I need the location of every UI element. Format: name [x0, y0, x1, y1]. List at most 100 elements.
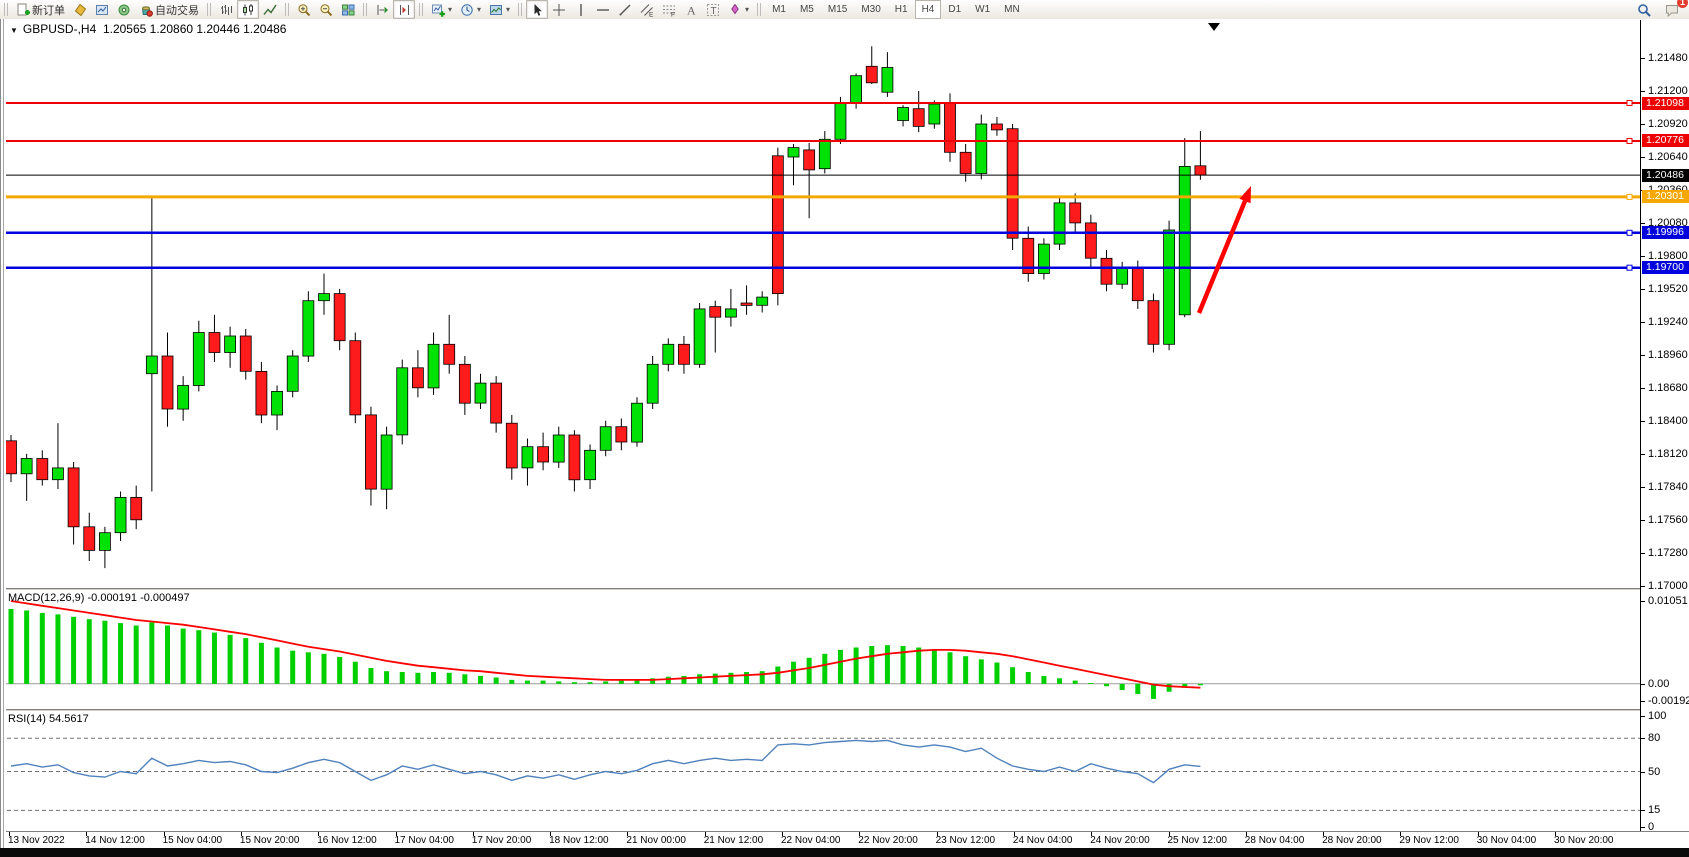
dropdown-arrow-icon[interactable]: ▾ — [745, 5, 749, 14]
time-tick-label: 29 Nov 12:00 — [1399, 835, 1459, 846]
text-button[interactable]: A — [680, 0, 702, 19]
axis-tick — [1641, 601, 1645, 602]
timeframe-mn-button[interactable]: MN — [997, 0, 1027, 19]
toolbar-group-handle[interactable] — [285, 3, 290, 16]
rsi-pane-canvas — [0, 712, 1640, 831]
toolbar-group-handle[interactable] — [363, 3, 368, 16]
price-tick-label: 1.18400 — [1648, 415, 1688, 427]
crosshair-button[interactable] — [548, 0, 570, 19]
toolbar-group-handle[interactable] — [207, 3, 212, 16]
chart-symbol-label: GBPUSD-,H4 — [23, 22, 96, 36]
axis-tick — [1641, 124, 1645, 125]
arrows-button[interactable]: ▾ — [724, 0, 753, 19]
macd-tick-label: 0.01051 — [1648, 595, 1688, 607]
timeframe-w1-button[interactable]: W1 — [968, 0, 997, 19]
price-badge: 1.20486 — [1642, 169, 1689, 182]
svg-text:T: T — [711, 5, 717, 16]
price-tick-label: 1.19520 — [1648, 283, 1688, 295]
axis-tick — [1641, 58, 1645, 59]
rsi-tick-label: 80 — [1648, 732, 1660, 744]
price-tick-label: 1.17000 — [1648, 580, 1688, 592]
time-tick-label: 17 Nov 04:00 — [395, 835, 455, 846]
time-tick-label: 17 Nov 20:00 — [472, 835, 532, 846]
horizontal-line-button[interactable] — [592, 0, 614, 19]
bottom-scroll-bar[interactable] — [0, 848, 1689, 857]
timeframe-m15-button[interactable]: M15 — [821, 0, 854, 19]
doc-plus-icon — [16, 3, 30, 17]
price-tick-label: 1.19800 — [1648, 250, 1688, 262]
bar-chart-button[interactable] — [215, 0, 237, 19]
toolbar-group-handle[interactable] — [4, 3, 9, 16]
timeframe-h4-button[interactable]: H4 — [915, 0, 942, 19]
svg-text:F: F — [671, 11, 675, 17]
timeframe-m30-button[interactable]: M30 — [854, 0, 887, 19]
dropdown-arrow-icon[interactable]: ▾ — [506, 5, 510, 14]
svg-text:E: E — [649, 11, 654, 17]
chart-shift-icon — [397, 3, 411, 17]
indicators-button[interactable]: ▾ — [427, 0, 456, 19]
timeframe-m5-button[interactable]: M5 — [793, 0, 821, 19]
periods-button[interactable]: ▾ — [456, 0, 485, 19]
axis-tick — [1641, 157, 1645, 158]
tile-windows-button[interactable] — [337, 0, 359, 19]
time-tick-label: 22 Nov 04:00 — [781, 835, 841, 846]
macd-pane[interactable]: MACD(12,26,9) -0.000191 -0.000497 — [0, 591, 1640, 709]
candlestick-chart-button[interactable] — [237, 0, 259, 19]
cursor-button[interactable] — [526, 0, 548, 19]
rsi-tick-label: 50 — [1648, 766, 1660, 778]
timeframe-d1-button[interactable]: D1 — [941, 0, 968, 19]
main-toolbar: 新订单 自动交易 ▾ ▾ ▾ E F A T ▾ M1M5M15M30H1H4D1W1MN 1 — [0, 0, 1689, 20]
zoom-in-button[interactable] — [293, 0, 315, 19]
time-tick-label: 23 Nov 12:00 — [936, 835, 996, 846]
axis-tick — [1641, 810, 1645, 811]
zoom-out-button[interactable] — [315, 0, 337, 19]
macd-pane-canvas — [0, 591, 1640, 709]
chart-dropdown-icon[interactable]: ▼ — [10, 26, 18, 35]
notifications-button[interactable]: 1 — [1661, 0, 1683, 19]
toolbar-group-handle[interactable] — [757, 3, 762, 16]
crosshair-icon — [552, 3, 566, 17]
textA-icon: A — [684, 3, 698, 17]
equidistant-channel-button[interactable]: E — [636, 0, 658, 19]
time-tick-label: 14 Nov 12:00 — [85, 835, 145, 846]
line-chart-button[interactable] — [259, 0, 281, 19]
vertical-line-button[interactable] — [570, 0, 592, 19]
price-tick-label: 1.18960 — [1648, 349, 1688, 361]
axis-tick — [1641, 421, 1645, 422]
charts-window-button[interactable] — [91, 0, 113, 19]
signals-button[interactable] — [113, 0, 135, 19]
search-button[interactable] — [1633, 0, 1655, 19]
auto-scroll-button[interactable] — [371, 0, 393, 19]
dropdown-arrow-icon[interactable]: ▾ — [477, 5, 481, 14]
axis-tick — [1641, 716, 1645, 717]
tile-icon — [341, 3, 355, 17]
fibo-icon: F — [662, 3, 676, 17]
time-scale[interactable]: 13 Nov 202214 Nov 12:0015 Nov 04:0015 No… — [0, 831, 1689, 849]
timeframe-m1-button[interactable]: M1 — [765, 0, 793, 19]
zoom-out-icon — [319, 3, 333, 17]
trendline-button[interactable] — [614, 0, 636, 19]
time-tick-label: 15 Nov 20:00 — [240, 835, 300, 846]
macd-tick-label: -0.001924 — [1648, 695, 1689, 707]
autotrading-button[interactable]: 自动交易 — [135, 0, 203, 19]
price-tick-label: 1.19240 — [1648, 316, 1688, 328]
notification-badge: 1 — [1677, 0, 1688, 8]
chart-shift-button[interactable] — [393, 0, 415, 19]
time-tick-label: 13 Nov 2022 — [8, 835, 65, 846]
rsi-pane[interactable]: RSI(14) 54.5617 — [0, 712, 1640, 831]
dropdown-arrow-icon[interactable]: ▾ — [448, 5, 452, 14]
macd-label: MACD(12,26,9) -0.000191 -0.000497 — [8, 592, 190, 604]
clock-icon — [460, 3, 474, 17]
timeframe-h1-button[interactable]: H1 — [888, 0, 915, 19]
templates-button[interactable]: ▾ — [485, 0, 514, 19]
text-label-button[interactable]: T — [702, 0, 724, 19]
metaeditor-button[interactable] — [69, 0, 91, 19]
fibonacci-button[interactable]: F — [658, 0, 680, 19]
price-tick-label: 1.18680 — [1648, 382, 1688, 394]
price-pane[interactable] — [0, 20, 1640, 588]
toolbar-group-handle[interactable] — [419, 3, 424, 16]
price-scale[interactable]: 1.214801.212001.209201.206401.203601.200… — [1640, 20, 1689, 848]
macd-histogram — [9, 609, 1203, 699]
toolbar-group-handle[interactable] — [518, 3, 523, 16]
new-order-button[interactable]: 新订单 — [12, 0, 69, 19]
